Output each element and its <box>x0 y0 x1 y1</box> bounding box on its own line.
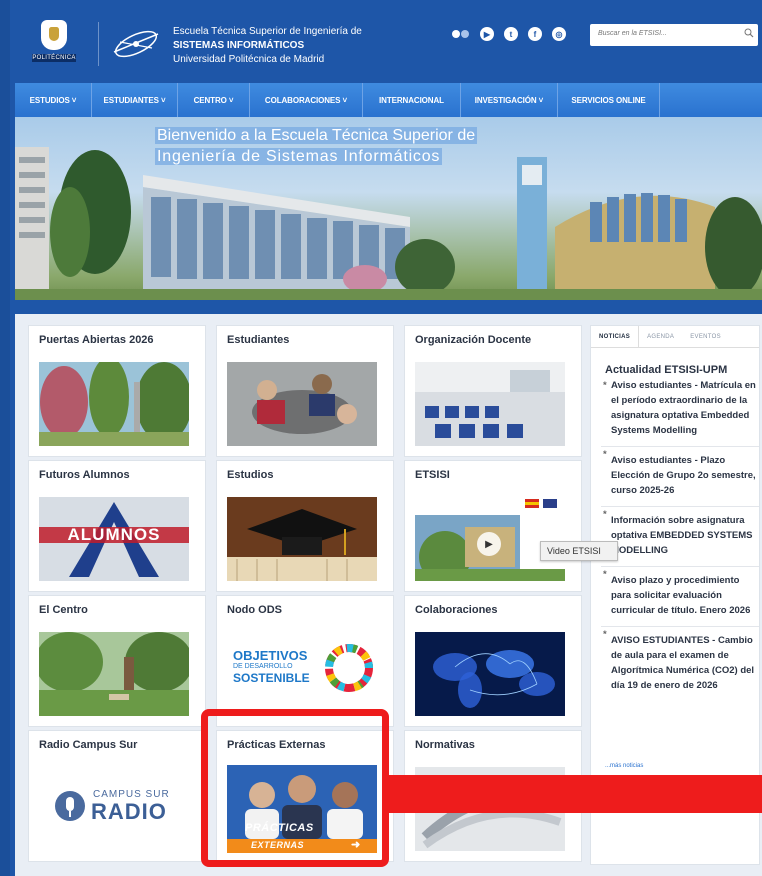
card-image <box>39 362 189 446</box>
video-tooltip: Video ETSISI <box>540 541 618 561</box>
nav-item-colaboraciones[interactable]: COLABORACIONES ˅ <box>250 83 363 117</box>
social-links: ▶ t f ◎ <box>450 27 566 41</box>
card-image <box>227 497 377 581</box>
school-name-line1: Escuela Técnica Superior de Ingeniería d… <box>173 26 362 37</box>
nav-item-centro[interactable]: CENTRO ˅ <box>178 83 250 117</box>
card-title: Futuros Alumnos <box>39 469 130 481</box>
search-icon[interactable] <box>744 28 754 38</box>
card-title: Nodo ODS <box>227 604 282 616</box>
card-title: Estudios <box>227 469 274 481</box>
tab-noticias[interactable]: NOTICIAS <box>591 326 640 347</box>
microphone-icon <box>55 791 85 821</box>
news-list: Aviso estudiantes - Matrícula en el perí… <box>601 378 759 701</box>
card-title: Colaboraciones <box>415 604 498 616</box>
card-title: ETSISI <box>415 469 450 481</box>
card-title: Normativas <box>415 739 475 751</box>
highlight-arrow-bar <box>385 775 762 813</box>
card-image: CAMPUS SUR RADIO <box>39 767 189 851</box>
sdg-wheel-icon <box>325 644 373 692</box>
play-icon[interactable]: ▶ <box>477 532 501 556</box>
news-heading[interactable]: Actualidad ETSISI-UPM <box>605 364 727 376</box>
card-estudiantes[interactable]: Estudiantes <box>216 325 394 457</box>
card-title: Puertas Abiertas 2026 <box>39 334 154 346</box>
nav-item-estudiantes[interactable]: ESTUDIANTES ˅ <box>92 83 178 117</box>
search-input[interactable]: Buscar en la ETSISI... <box>590 24 758 46</box>
ods-line1: OBJETIVOS <box>233 648 308 663</box>
card-futuros-alumnos[interactable]: Futuros Alumnos ALUMNOS <box>28 460 206 592</box>
card-title: Radio Campus Sur <box>39 739 138 751</box>
school-name-line2: SISTEMAS INFORMÁTICOS <box>173 40 305 51</box>
site-header: POLITÉCNICA Escuela Técnica Superior de … <box>10 0 762 80</box>
card-radio-campus-sur[interactable]: Radio Campus Sur CAMPUS SUR RADIO <box>28 730 206 862</box>
news-tabs: NOTICIAS AGENDA EVENTOS <box>591 326 759 348</box>
banner-title-line1: Bienvenido a la Escuela Técnica Superior… <box>155 127 478 144</box>
card-title: El Centro <box>39 604 88 616</box>
card-image: ▶ <box>415 497 565 581</box>
news-item[interactable]: Información sobre asignatura optativa EM… <box>601 506 759 558</box>
banner-bottom-strip <box>15 300 762 314</box>
banner-title-line2: Ingeniería de Sistemas Informáticos <box>155 148 443 165</box>
school-name[interactable]: Escuela Técnica Superior de Ingeniería d… <box>173 25 362 67</box>
card-image-text: ALUMNOS <box>67 525 161 544</box>
news-item[interactable]: Aviso plazo y procedimiento para solicit… <box>601 566 759 618</box>
header-divider <box>98 22 99 66</box>
upm-logo-label: POLITÉCNICA <box>32 54 76 62</box>
upm-logo[interactable]: POLITÉCNICA <box>32 20 76 68</box>
hero-banner: Bienvenido a la Escuela Técnica Superior… <box>15 117 762 305</box>
card-image <box>415 632 565 716</box>
nav-item-servicios-online[interactable]: SERVICIOS ONLINE <box>558 83 660 117</box>
nav-item-investigacion[interactable]: INVESTIGACIÓN ˅ <box>461 83 558 117</box>
banner-title: Bienvenido a la Escuela Técnica Superior… <box>155 125 478 167</box>
radio-line2: RADIO <box>91 799 167 824</box>
card-image: ALUMNOS <box>39 497 189 581</box>
card-organizacion-docente[interactable]: Organización Docente <box>404 325 582 457</box>
news-item[interactable]: Aviso estudiantes - Matrícula en el perí… <box>601 378 759 438</box>
tab-eventos[interactable]: EVENTOS <box>682 326 729 347</box>
card-image <box>415 362 565 446</box>
card-etsisi[interactable]: ETSISI ▶ <box>404 460 582 592</box>
highlight-box <box>201 709 389 867</box>
search-placeholder: Buscar en la ETSISI... <box>598 30 667 37</box>
youtube-icon[interactable]: ▶ <box>480 27 494 41</box>
card-el-centro[interactable]: El Centro <box>28 595 206 727</box>
tab-agenda[interactable]: AGENDA <box>639 326 682 347</box>
nav-item-estudios[interactable]: ESTUDIOS ˅ <box>15 83 92 117</box>
nav-item-internacional[interactable]: INTERNACIONAL <box>363 83 461 117</box>
news-item[interactable]: Aviso estudiantes - Plazo Elección de Gr… <box>601 446 759 498</box>
card-estudios[interactable]: Estudios <box>216 460 394 592</box>
instagram-icon[interactable]: ◎ <box>552 27 566 41</box>
flickr-icon[interactable] <box>450 27 470 41</box>
news-item[interactable]: AVISO ESTUDIANTES - Cambio de aula para … <box>601 626 759 693</box>
card-puertas-abiertas[interactable]: Puertas Abiertas 2026 <box>28 325 206 457</box>
twitter-icon[interactable]: t <box>504 27 518 41</box>
ods-line2: DE DESARROLLO <box>233 663 293 670</box>
card-image <box>227 362 377 446</box>
card-title: Organización Docente <box>415 334 532 346</box>
facebook-icon[interactable]: f <box>528 27 542 41</box>
upm-crest-icon <box>41 20 67 50</box>
card-colaboraciones[interactable]: Colaboraciones <box>404 595 582 727</box>
card-image <box>39 632 189 716</box>
etsisi-logo-icon[interactable] <box>108 22 164 66</box>
more-news-link[interactable]: ...más noticias <box>605 763 643 769</box>
ods-line3: SOSTENIBLE <box>233 671 310 685</box>
school-name-line3: Universidad Politécnica de Madrid <box>173 54 325 65</box>
main-nav: ESTUDIOS ˅ ESTUDIANTES ˅ CENTRO ˅ COLABO… <box>15 83 762 117</box>
card-title: Estudiantes <box>227 334 290 346</box>
card-nodo-ods[interactable]: Nodo ODS OBJETIVOS DE DESARROLLO SOSTENI… <box>216 595 394 727</box>
card-image: OBJETIVOS DE DESARROLLO SOSTENIBLE <box>227 632 377 716</box>
